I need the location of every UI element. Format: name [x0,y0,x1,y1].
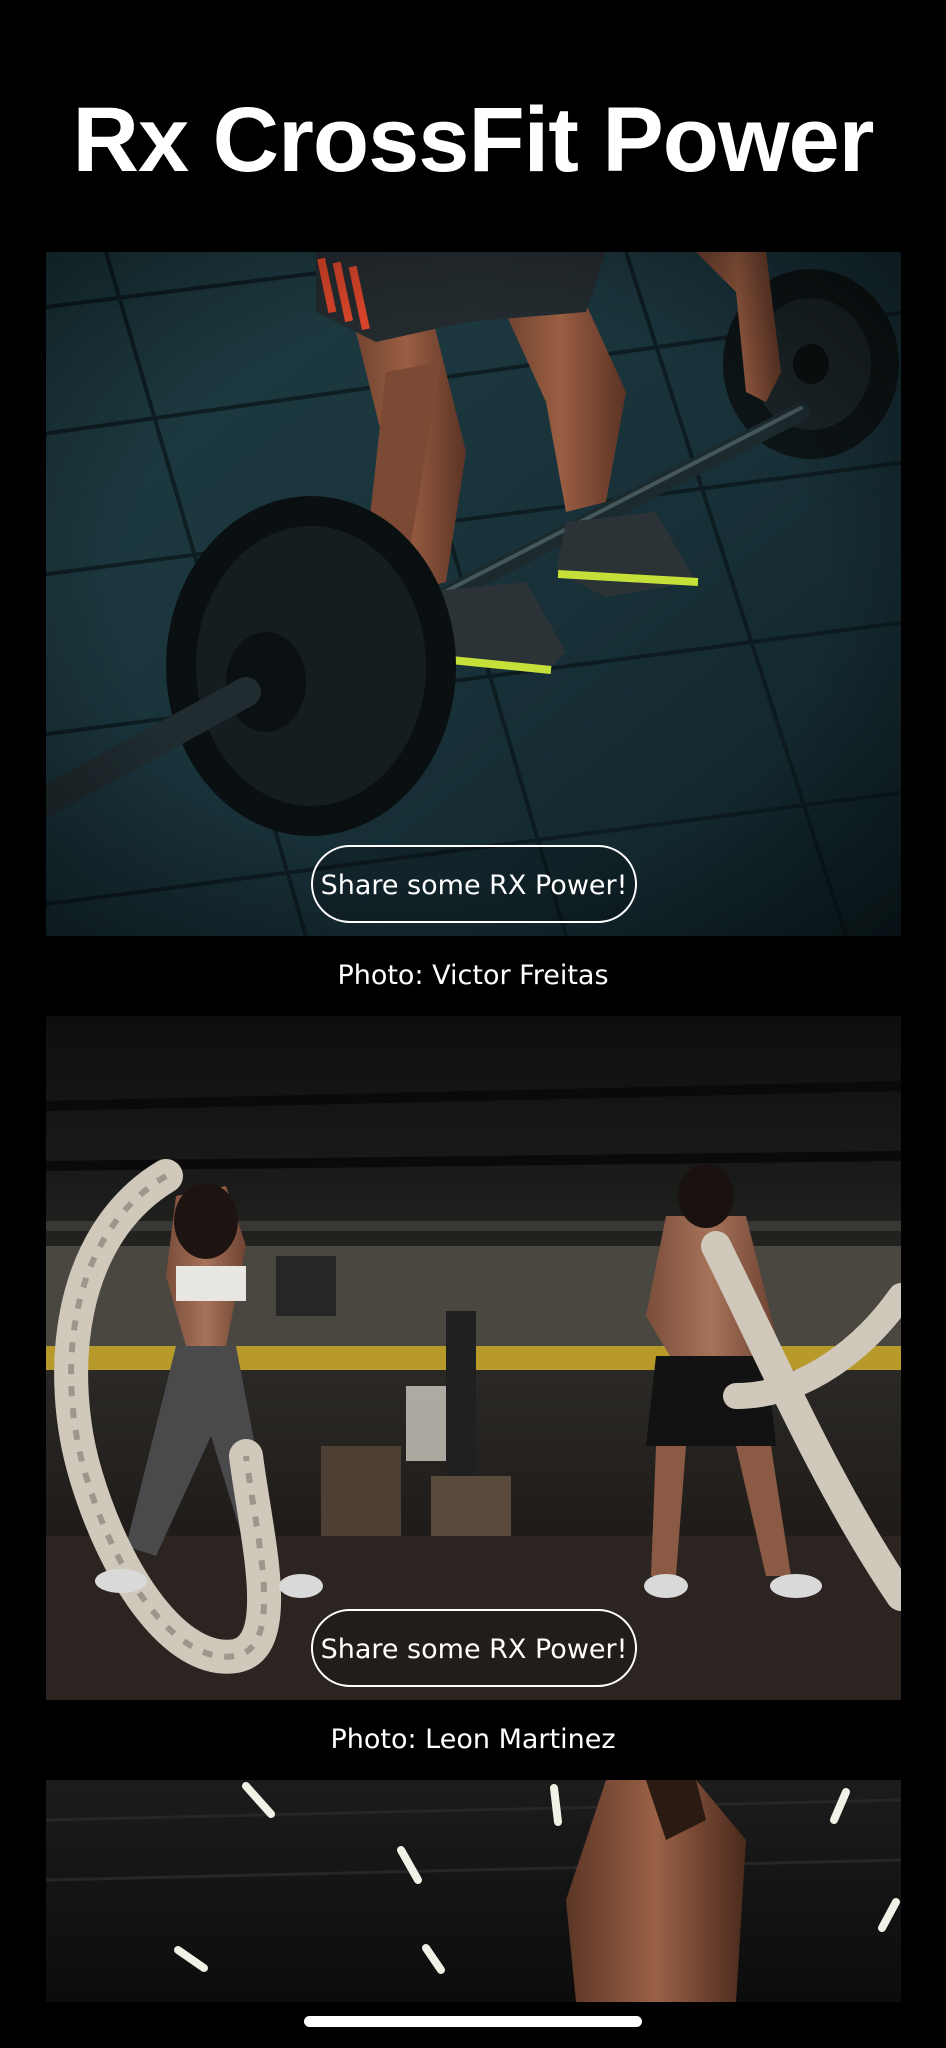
photo-credit: Photo: Leon Martinez [330,1724,616,1755]
feed-item-photo: Share some RX Power! [46,1016,901,1700]
battle-ropes-photo [46,1016,901,1700]
home-indicator[interactable] [304,2016,642,2027]
page-title: Rx CrossFit Power [72,89,875,191]
share-button[interactable]: Share some RX Power! [311,1609,637,1687]
share-button[interactable]: Share some RX Power! [311,845,637,923]
photo-credit: Photo: Victor Freitas [337,960,609,991]
feed-item-photo: Share some RX Power! [46,252,901,936]
gym-athlete-photo [46,1780,901,2002]
feed-item-photo [46,1780,901,2002]
barbell-deadlift-photo [46,252,901,936]
